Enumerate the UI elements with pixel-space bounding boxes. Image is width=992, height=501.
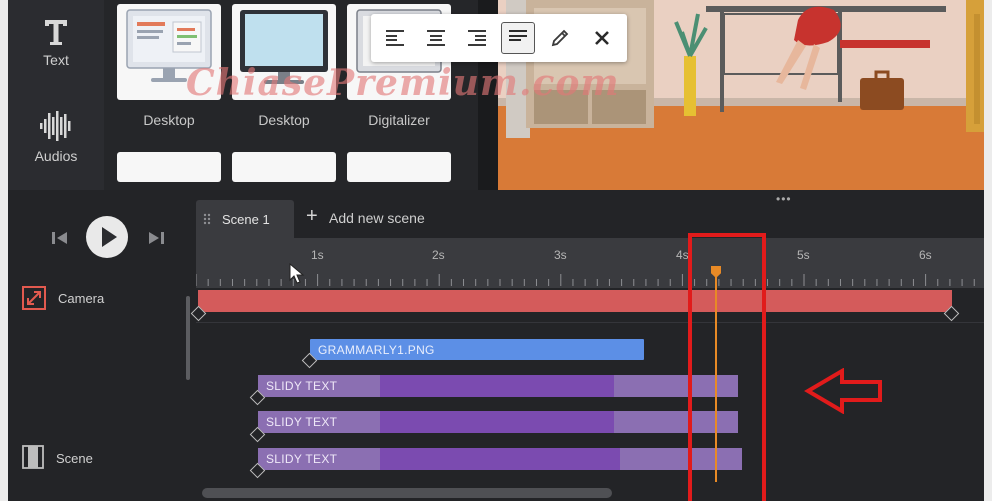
align-right-button[interactable] <box>460 22 494 54</box>
image-clip[interactable]: GRAMMARLY1.PNG <box>310 339 644 360</box>
text-clip-active-segment <box>380 411 614 433</box>
asset-card-row2-3[interactable] <box>347 152 451 182</box>
annotation-arrow-icon <box>804 368 882 414</box>
align-justify-icon <box>509 30 527 41</box>
edit-button[interactable] <box>543 22 577 54</box>
track-separator <box>196 322 984 323</box>
tab-scene-1-label: Scene 1 <box>222 212 270 227</box>
text-clip-active-segment <box>380 448 620 470</box>
ruler-label-1s: 1s <box>311 248 324 262</box>
text-clip[interactable]: SLIDY TEXT <box>258 411 738 433</box>
play-icon <box>102 227 117 247</box>
align-justify-button[interactable] <box>501 22 535 54</box>
asset-label-desktop-2: Desktop <box>258 112 310 128</box>
text-icon <box>45 20 67 45</box>
text-clip[interactable]: SLIDY TEXT <box>258 448 742 470</box>
tool-text[interactable]: Text <box>8 18 104 68</box>
camera-track-bar[interactable] <box>198 290 952 312</box>
film-strip-icon <box>22 445 44 469</box>
align-left-icon <box>386 30 404 46</box>
asset-card-row2-2[interactable] <box>232 152 336 182</box>
text-format-toolbar <box>371 14 627 62</box>
asset-label-digitalizer: Digitalizer <box>368 112 430 128</box>
align-center-button[interactable] <box>419 22 453 54</box>
close-button[interactable] <box>585 22 619 54</box>
watermark: ChiasePremium.com <box>186 62 620 104</box>
asset-label-desktop-1: Desktop <box>143 112 195 128</box>
align-right-icon <box>468 30 486 46</box>
ruler-label-2s: 2s <box>432 248 445 262</box>
add-new-scene-label: Add new scene <box>329 210 425 226</box>
time-ruler[interactable]: 1s 2s 3s 4s 5s 6s <box>196 238 984 288</box>
text-clip-label: SLIDY TEXT <box>266 379 338 393</box>
step-back-icon[interactable] <box>50 228 70 248</box>
play-button[interactable] <box>86 216 128 258</box>
pencil-icon <box>551 29 569 47</box>
image-clip-label: GRAMMARLY1.PNG <box>318 343 435 357</box>
annotation-highlight-box <box>688 233 766 501</box>
align-left-button[interactable] <box>378 22 412 54</box>
tool-audios[interactable]: Audios <box>8 108 104 164</box>
drag-handle-icon <box>203 213 211 225</box>
camera-track-label: Camera <box>58 291 105 306</box>
tool-text-label: Text <box>43 52 69 68</box>
ruler-label-4s: 4s <box>676 248 689 262</box>
asset-card-row2-1[interactable] <box>117 152 221 182</box>
mouse-cursor-icon <box>289 263 305 284</box>
align-center-icon <box>427 30 445 46</box>
tool-audios-label: Audios <box>34 148 78 164</box>
tab-scene-1[interactable]: Scene 1 <box>196 200 294 238</box>
app-window: Text Audios Desktop Desktop Digitalizer … <box>0 0 992 501</box>
text-clip[interactable]: SLIDY TEXT <box>258 375 738 397</box>
scene-track-label: Scene <box>56 451 93 466</box>
horizontal-scrollbar[interactable] <box>202 488 612 498</box>
ruler-label-3s: 3s <box>554 248 567 262</box>
plus-icon: + <box>306 205 318 227</box>
ruler-ticks <box>196 274 975 286</box>
text-clip-label: SLIDY TEXT <box>266 415 338 429</box>
panel-resize-handle[interactable]: ••• <box>776 192 792 206</box>
ruler-label-6s: 6s <box>919 248 932 262</box>
audio-waveform-icon <box>40 111 71 141</box>
vertical-scrollbar[interactable] <box>186 296 190 380</box>
text-clip-active-segment <box>380 375 614 397</box>
camera-icon <box>22 286 46 310</box>
tool-sidebar: Text Audios <box>8 0 104 190</box>
ruler-label-5s: 5s <box>797 248 810 262</box>
text-clip-label: SLIDY TEXT <box>266 452 338 466</box>
step-forward-icon[interactable] <box>146 228 166 248</box>
close-icon <box>595 31 609 45</box>
